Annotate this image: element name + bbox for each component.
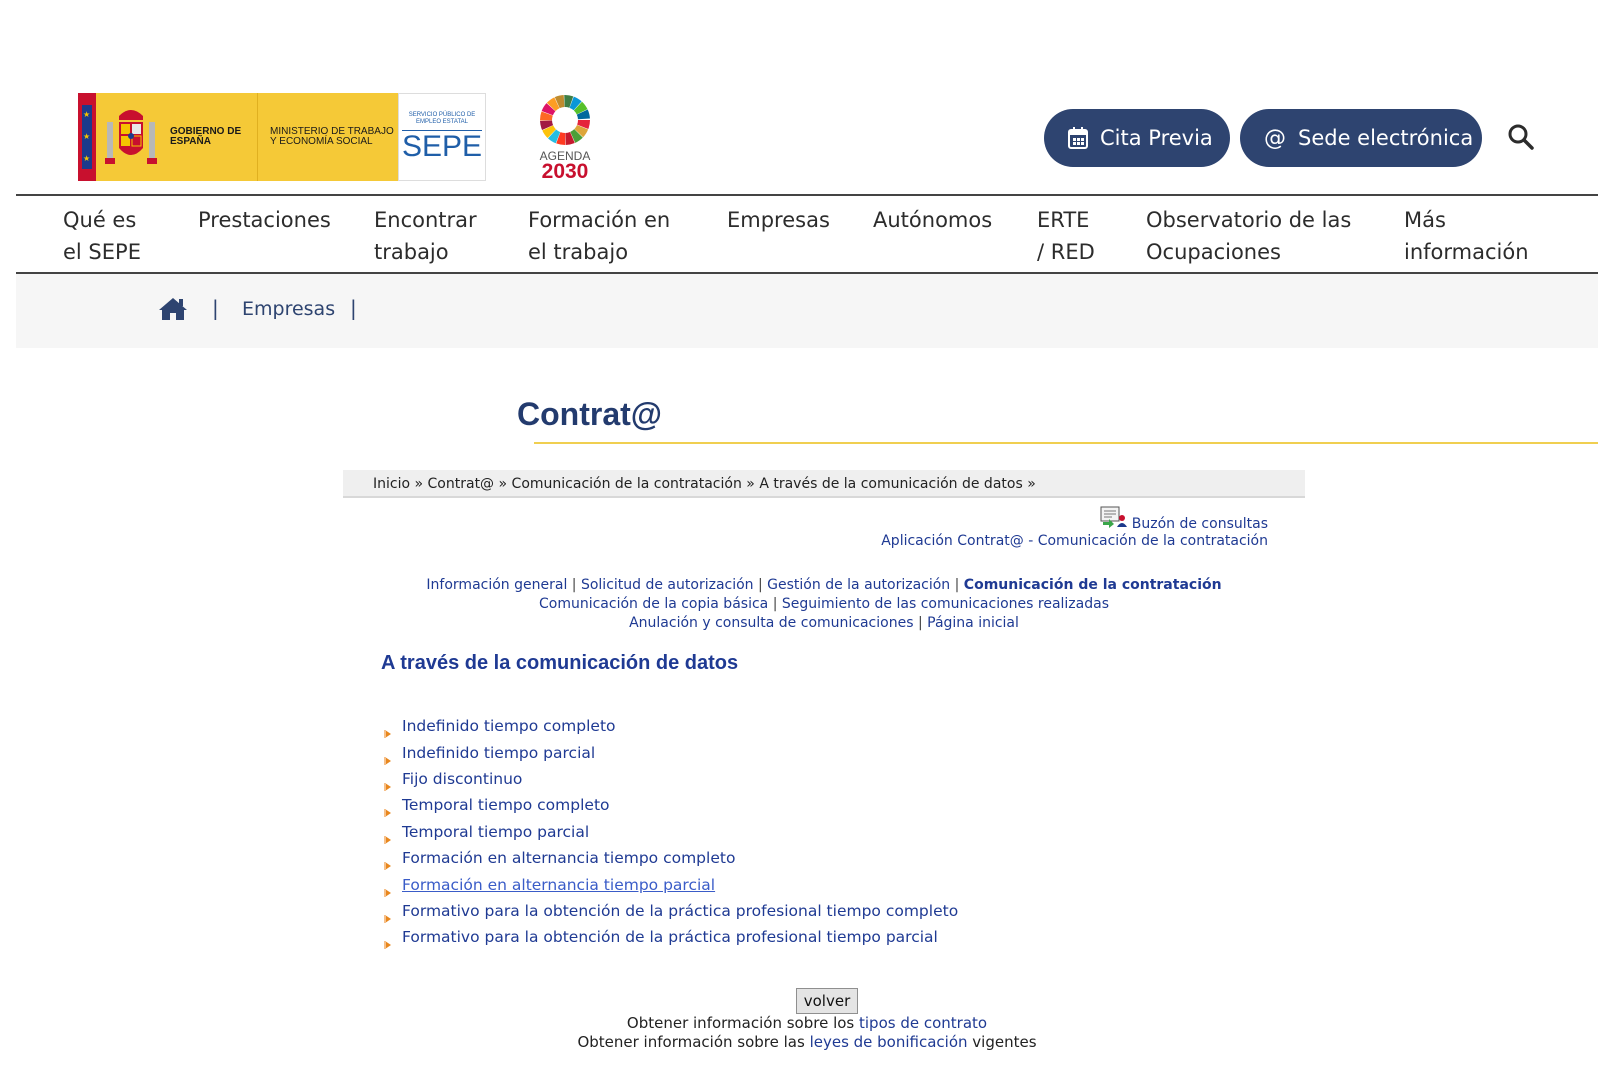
main-navigation: Qué es el SEPE Prestaciones Encontrar trab… [16, 194, 1598, 274]
list-item[interactable]: Formación en alternancia tiempo parcial [384, 871, 958, 897]
nav-item-formacion-en-el-trabajo[interactable]: Formación en el trabajo [528, 204, 688, 268]
bullet-arrow-icon [384, 748, 392, 765]
breadcrumb-separator: | [350, 296, 357, 320]
agenda-year: 2030 [541, 160, 589, 183]
list-item[interactable]: Fijo discontinuo [384, 766, 958, 792]
tipos-de-contrato-link[interactable]: tipos de contrato [859, 1014, 987, 1032]
leyes-de-bonificacion-link[interactable]: leyes de bonificación [810, 1033, 968, 1051]
mailbox-icon [1100, 506, 1128, 532]
bullet-arrow-icon [384, 721, 392, 739]
nav-item-mas-informacion[interactable]: Más información [1404, 204, 1544, 268]
nav-item-que-es-el-sepe[interactable]: Qué es el SEPE [63, 204, 163, 268]
sepe-big-label: SEPE [401, 129, 483, 163]
bullet-arrow-icon [384, 880, 392, 897]
cita-previa-label: Cita Previa [1100, 126, 1213, 150]
sdg-wheel-icon [539, 94, 591, 146]
agenda-2030-logo[interactable]: AGENDA 2030 [530, 94, 600, 184]
inner-crumb-contrata[interactable]: Contrat@ [428, 476, 495, 492]
inner-breadcrumb: Inicio » Contrat@ » Comunicación de la c… [343, 470, 1305, 498]
sepe-small-label: SERVICIO PÚBLICO DE EMPLEO ESTATAL [408, 111, 476, 125]
buzon-consultas-link[interactable]: Buzón de consultas [1132, 516, 1268, 532]
list-item[interactable]: Temporal tiempo parcial [384, 819, 958, 845]
bullet-arrow-icon [384, 932, 392, 950]
list-item[interactable]: Formativo para la obtención de la prácti… [384, 898, 958, 924]
buzon-consultas[interactable]: Buzón de consultas [1100, 506, 1268, 532]
coat-of-arms-icon [96, 93, 166, 181]
page-title: Contrat@ [517, 396, 662, 432]
bullet-arrow-icon [384, 853, 392, 871]
section-subtitle: A través de la comunicación de datos [381, 652, 739, 674]
list-item[interactable]: Indefinido tiempo parcial [384, 739, 958, 765]
ministry-label: MINISTERIO DE TRABAJO Y ECONOMÍA SOCIAL [270, 126, 394, 147]
info-leyes-bonificacion: Obtener información sobre las leyes de b… [577, 1033, 1037, 1051]
info-tipos-contrato: Obtener información sobre los tipos de c… [626, 1014, 988, 1032]
eu-flag-stripe: ★ ★ ★ [78, 93, 96, 181]
cita-previa-button[interactable]: Cita Previa [1044, 109, 1230, 167]
breadcrumb: | Empresas | [16, 274, 1598, 348]
government-logo[interactable]: ★ ★ ★ GOBIERNO DE ESPAÑA MINISTERIO DE T… [78, 93, 504, 181]
list-item[interactable]: Formación en alternancia tiempo completo [384, 845, 958, 871]
bullet-arrow-icon [384, 800, 392, 818]
breadcrumb-empresas-link[interactable]: Empresas [242, 298, 335, 320]
tab-gestion-autorizacion[interactable]: Gestión de la autorización [767, 577, 950, 593]
sede-electronica-button[interactable]: @ Sede electrónica [1240, 109, 1482, 167]
gov-label: GOBIERNO DE ESPAÑA [166, 93, 258, 181]
volver-button[interactable]: volver [796, 988, 858, 1014]
list-item[interactable]: Temporal tiempo completo [384, 792, 958, 818]
home-icon[interactable] [158, 296, 188, 322]
aplicacion-contrata-link[interactable]: Aplicación Contrat@ - Comunicación de la… [881, 533, 1268, 549]
tab-solicitud-autorizacion[interactable]: Solicitud de autorización [581, 577, 754, 593]
nav-item-prestaciones[interactable]: Prestaciones [198, 204, 331, 236]
bullet-arrow-icon [384, 827, 392, 844]
nav-item-empresas[interactable]: Empresas [727, 204, 830, 236]
contract-types-list: Indefinido tiempo completo Indefinido ti… [384, 713, 958, 951]
tab-copia-basica[interactable]: Comunicación de la copia básica [539, 596, 768, 612]
sepe-logo: SERVICIO PÚBLICO DE EMPLEO ESTATAL SEPE [398, 93, 486, 181]
at-sign-icon: @ [1264, 125, 1286, 151]
tab-seguimiento[interactable]: Seguimiento de las comunicaciones realiz… [782, 596, 1109, 612]
contrata-tabs: Información general | Solicitud de autor… [426, 577, 1222, 631]
title-underline [534, 442, 1598, 444]
nav-item-encontrar-trabajo[interactable]: Encontrar trabajo [374, 204, 484, 268]
bullet-arrow-icon [384, 906, 392, 923]
list-item[interactable]: Indefinido tiempo completo [384, 713, 958, 739]
tab-informacion-general[interactable]: Información general [426, 577, 567, 593]
search-icon[interactable] [1506, 122, 1536, 152]
breadcrumb-separator: | [212, 296, 219, 320]
tab-pagina-inicial[interactable]: Página inicial [927, 615, 1019, 631]
nav-item-autonomos[interactable]: Autónomos [873, 204, 992, 236]
site-header: ★ ★ ★ GOBIERNO DE ESPAÑA MINISTERIO DE T… [0, 0, 1614, 196]
nav-item-erte-red[interactable]: ERTE / RED [1037, 204, 1097, 268]
list-item[interactable]: Formativo para la obtención de la prácti… [384, 924, 958, 950]
calendar-icon [1068, 127, 1088, 149]
bullet-arrow-icon [384, 774, 392, 791]
tab-comunicacion-contratacion[interactable]: Comunicación de la contratación [964, 577, 1222, 593]
nav-item-observatorio[interactable]: Observatorio de las Ocupaciones [1146, 204, 1356, 268]
sede-electronica-label: Sede electrónica [1298, 126, 1474, 150]
inner-crumb-current: A través de la comunicación de datos [759, 476, 1023, 492]
inner-crumb-comunicacion[interactable]: Comunicación de la contratación [512, 476, 742, 492]
inner-crumb-inicio[interactable]: Inicio [373, 476, 410, 492]
tab-anulacion-consulta[interactable]: Anulación y consulta de comunicaciones [629, 615, 913, 631]
